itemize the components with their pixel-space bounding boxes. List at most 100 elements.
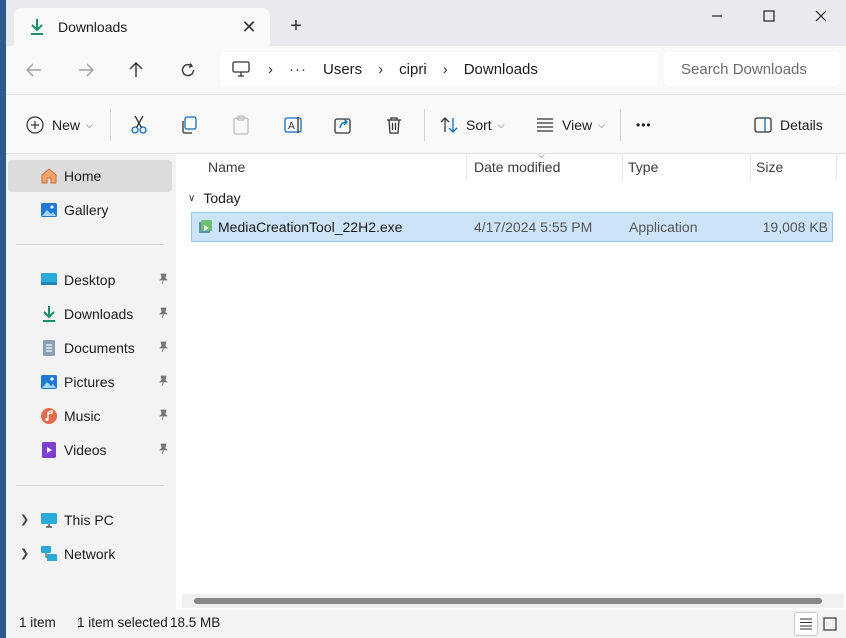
sidebar-item-label: Downloads <box>64 306 134 322</box>
downloads-icon <box>28 17 46 37</box>
breadcrumb-users[interactable]: Users <box>323 61 362 78</box>
column-header-date[interactable]: Date modified <box>474 159 560 175</box>
chevron-down-icon[interactable]: ∨ <box>188 193 195 204</box>
sort-button[interactable]: Sort ⌵ <box>440 113 505 137</box>
column-divider[interactable] <box>836 154 837 180</box>
sidebar-item-gallery[interactable]: Gallery <box>8 194 172 226</box>
item-count: 1 item <box>19 615 56 630</box>
cut-button[interactable] <box>130 113 148 137</box>
search-input[interactable]: Search Downloads <box>664 52 840 86</box>
column-divider[interactable] <box>622 154 623 180</box>
chevron-down-icon: ⌵ <box>598 119 605 130</box>
up-button[interactable] <box>122 56 150 84</box>
share-button[interactable] <box>334 113 352 137</box>
gallery-icon <box>40 201 58 219</box>
copy-icon <box>182 116 197 134</box>
details-label: Details <box>780 117 823 133</box>
details-button[interactable]: Details <box>754 113 823 137</box>
sidebar-item-network[interactable]: ❯ Network <box>8 538 172 570</box>
rename-icon: A <box>284 117 302 133</box>
arrow-left-icon <box>26 63 41 77</box>
share-icon <box>334 118 351 134</box>
chevron-right-icon[interactable]: ❯ <box>20 513 29 526</box>
command-bar: New ⌵ A Sort ⌵ View ⌵ ••• Details <box>6 94 846 154</box>
sidebar-item-label: Network <box>64 546 116 562</box>
sidebar-item-music[interactable]: Music <box>8 400 172 432</box>
paste-button[interactable] <box>232 113 250 137</box>
scrollbar-thumb[interactable] <box>194 598 822 604</box>
navigation-pane: Home Gallery Desktop Downloads Documents… <box>6 154 176 610</box>
divider <box>16 244 164 245</box>
forward-button[interactable] <box>72 56 100 84</box>
group-header-today[interactable]: ∨ Today <box>188 190 241 206</box>
refresh-icon <box>181 63 195 77</box>
divider <box>620 109 621 141</box>
sort-icon <box>440 117 458 133</box>
home-icon <box>40 167 58 185</box>
column-header-name[interactable]: Name <box>208 159 245 175</box>
list-view-icon <box>800 618 812 630</box>
pin-icon[interactable] <box>156 340 170 354</box>
breadcrumb-separator[interactable]: › <box>268 61 273 78</box>
videos-icon <box>40 441 58 459</box>
new-button[interactable]: New ⌵ <box>26 113 93 137</box>
pin-icon[interactable] <box>156 306 170 320</box>
view-list-icon <box>537 118 553 132</box>
chevron-right-icon[interactable]: ❯ <box>20 547 29 560</box>
pin-icon[interactable] <box>156 442 170 456</box>
pin-icon[interactable] <box>156 272 170 286</box>
divider <box>16 485 164 486</box>
desktop-icon <box>40 271 58 289</box>
column-divider[interactable] <box>750 154 751 180</box>
scissors-icon <box>131 115 147 134</box>
minimize-icon <box>712 15 722 17</box>
rename-button[interactable]: A <box>284 113 304 137</box>
details-pane-icon <box>754 117 772 133</box>
file-list: Name ⌵ Date modified Type Size ∨ Today M… <box>176 150 846 610</box>
details-view-button[interactable] <box>794 612 818 636</box>
breadcrumb-overflow-button[interactable]: ··· <box>289 61 307 78</box>
more-options-button[interactable]: ••• <box>636 113 652 137</box>
close-icon <box>815 10 827 22</box>
breadcrumb-separator[interactable]: › <box>443 61 448 78</box>
back-button[interactable] <box>20 56 48 84</box>
breadcrumb-downloads[interactable]: Downloads <box>464 61 538 78</box>
breadcrumb-separator[interactable]: › <box>378 61 383 78</box>
sidebar-item-home[interactable]: Home <box>8 160 172 192</box>
sidebar-item-downloads[interactable]: Downloads <box>8 298 172 330</box>
new-tab-button[interactable]: + <box>284 14 308 38</box>
address-bar[interactable]: › ··· Users › cipri › Downloads <box>220 52 658 86</box>
sidebar-item-desktop[interactable]: Desktop <box>8 264 172 296</box>
sidebar-item-label: Pictures <box>64 374 115 390</box>
table-row[interactable]: MediaCreationTool_22H2.exe 4/17/2024 5:5… <box>191 212 833 242</box>
view-button[interactable]: View ⌵ <box>536 113 605 137</box>
tiles-view-button[interactable] <box>818 612 842 636</box>
tab-downloads[interactable]: Downloads ✕ <box>14 8 270 46</box>
close-window-button[interactable] <box>798 4 844 28</box>
column-divider[interactable] <box>466 154 467 180</box>
tiles-view-icon <box>823 617 837 631</box>
column-header-size[interactable]: Size <box>756 159 783 175</box>
pin-icon[interactable] <box>156 374 170 388</box>
selected-count: 1 item selected <box>77 615 168 630</box>
copy-button[interactable] <box>180 113 198 137</box>
this-pc-icon <box>232 60 252 78</box>
sidebar-item-videos[interactable]: Videos <box>8 434 172 466</box>
documents-icon <box>40 339 58 357</box>
sidebar-item-this-pc[interactable]: ❯ This PC <box>8 504 172 536</box>
delete-button[interactable] <box>386 113 402 137</box>
sidebar-item-pictures[interactable]: Pictures <box>8 366 172 398</box>
breadcrumb-cipri[interactable]: cipri <box>399 61 427 78</box>
divider <box>110 109 111 141</box>
minimize-button[interactable] <box>694 4 740 28</box>
tab-title: Downloads <box>58 19 128 35</box>
sidebar-item-documents[interactable]: Documents <box>8 332 172 364</box>
tab-close-icon[interactable]: ✕ <box>238 16 260 38</box>
pin-icon[interactable] <box>156 408 170 422</box>
file-explorer-window: Downloads ✕ + › ··· Users › cipri › Down… <box>6 0 846 638</box>
refresh-button[interactable] <box>174 56 202 84</box>
maximize-icon <box>763 10 775 22</box>
column-header-type[interactable]: Type <box>628 159 658 175</box>
music-icon <box>40 407 58 425</box>
maximize-button[interactable] <box>746 4 792 28</box>
